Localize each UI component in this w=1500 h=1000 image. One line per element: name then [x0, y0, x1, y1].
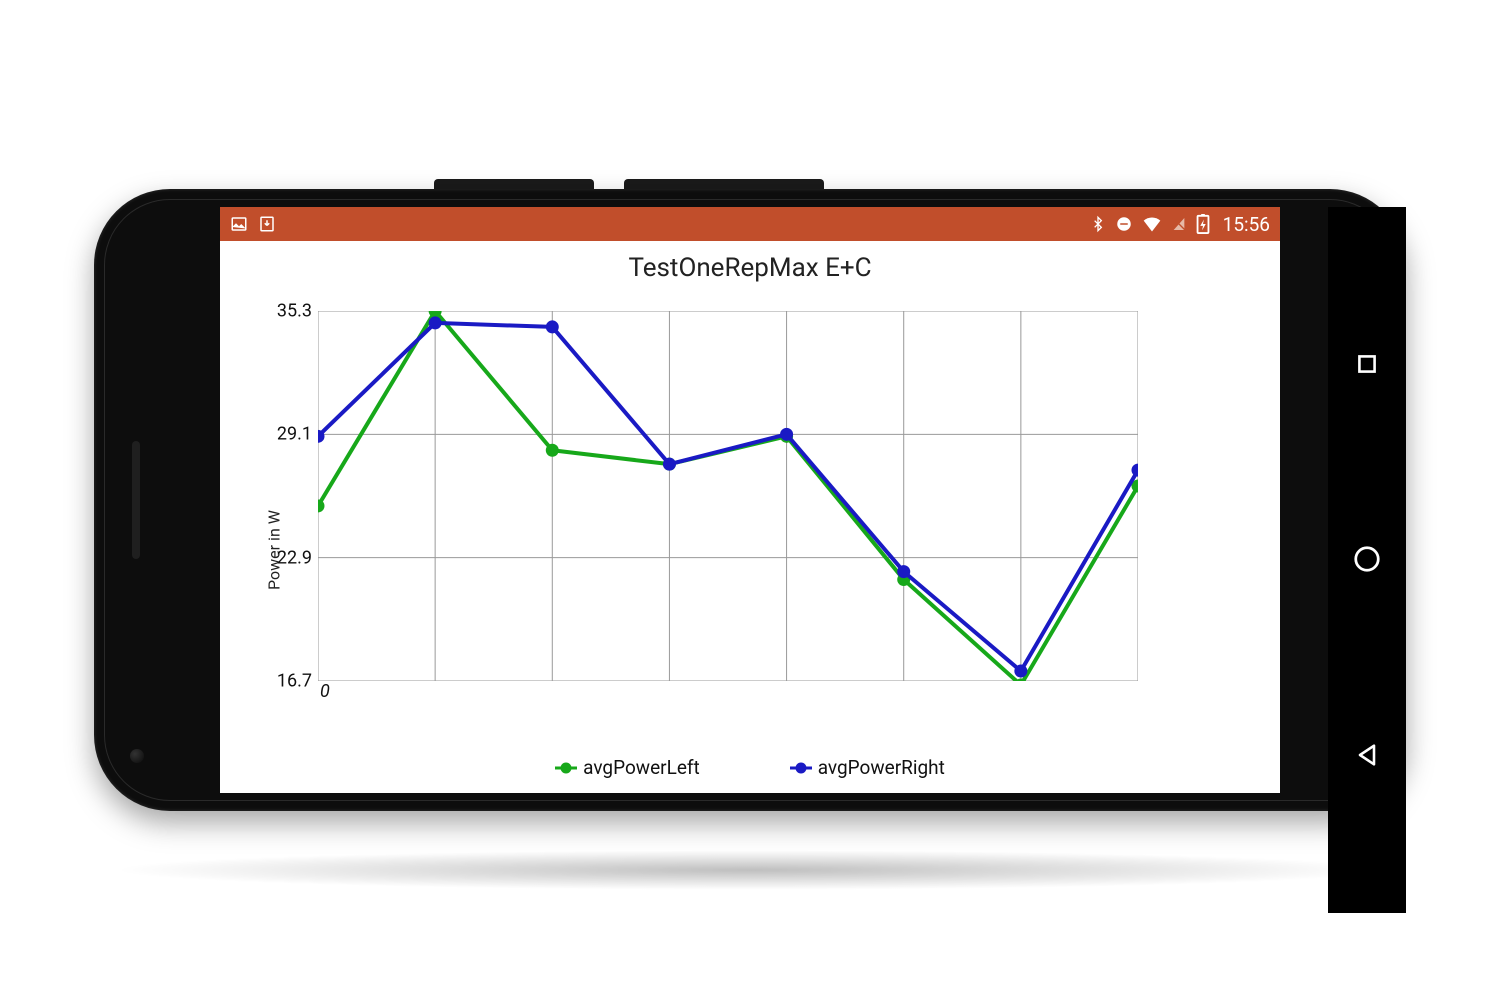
- sim-off-icon: [1171, 215, 1187, 233]
- speaker-left: [132, 441, 140, 559]
- legend-label-left: avgPowerLeft: [583, 756, 700, 779]
- phone-frame: 15:56 TestOneRepMax E+C Power in W 16.72…: [94, 189, 1406, 811]
- chart-container: TestOneRepMax E+C Power in W 16.722.929.…: [220, 241, 1280, 793]
- legend-label-right: avgPowerRight: [818, 756, 945, 779]
- dnd-icon: [1115, 215, 1133, 233]
- chart-title: TestOneRepMax E+C: [220, 253, 1280, 283]
- y-tick: 22.9: [277, 547, 312, 568]
- legend: avgPowerLeft avgPowerRight: [220, 756, 1280, 779]
- home-button[interactable]: [1352, 544, 1382, 574]
- x-tick: 0: [320, 681, 330, 702]
- clock: 15:56: [1223, 213, 1270, 236]
- picture-icon: [230, 215, 248, 233]
- battery-charging-icon: [1196, 214, 1210, 234]
- status-bar-right: 15:56: [1090, 213, 1270, 236]
- bluetooth-icon: [1090, 215, 1106, 233]
- screen: 15:56 TestOneRepMax E+C Power in W 16.72…: [220, 207, 1280, 793]
- plot-area[interactable]: 16.722.929.135.30: [318, 311, 1138, 681]
- android-nav-bar: [1328, 207, 1406, 913]
- legend-item-right[interactable]: avgPowerRight: [790, 756, 945, 779]
- phone-shadow: [110, 850, 1390, 890]
- status-bar-left: [230, 215, 276, 233]
- download-icon: [258, 215, 276, 233]
- legend-item-left[interactable]: avgPowerLeft: [555, 756, 700, 779]
- status-bar: 15:56: [220, 207, 1280, 241]
- back-button[interactable]: [1353, 741, 1381, 769]
- front-camera: [130, 749, 144, 763]
- legend-marker-left-icon: [555, 760, 577, 776]
- y-tick: 29.1: [277, 424, 312, 445]
- y-tick: 35.3: [277, 301, 312, 322]
- y-tick: 16.7: [277, 671, 312, 692]
- chart-svg: [318, 311, 1138, 681]
- recent-apps-button[interactable]: [1354, 351, 1380, 377]
- wifi-icon: [1142, 215, 1162, 233]
- legend-marker-right-icon: [790, 760, 812, 776]
